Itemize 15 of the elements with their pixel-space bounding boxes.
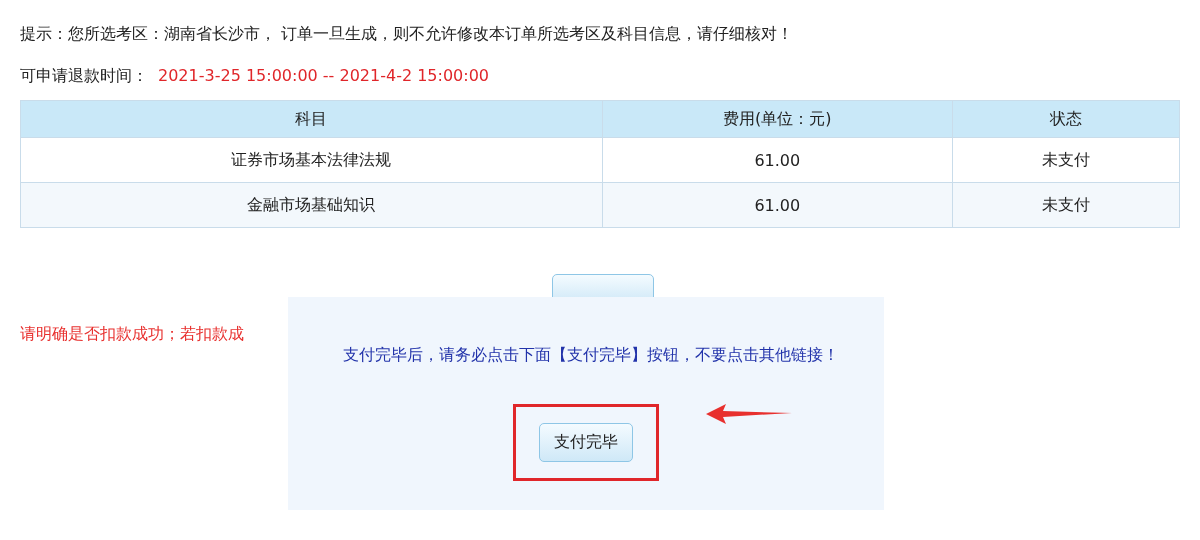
dialog-message: 支付完毕后，请务必点击下面【支付完毕】按钮，不要点击其他链接！ [343, 345, 839, 366]
refund-period: 2021-3-25 15:00:00 -- 2021-4-2 15:00:00 [158, 66, 490, 85]
warning-text: 请明确是否扣款成功；若扣款成 [20, 324, 245, 345]
column-header: 状态 [952, 100, 1180, 138]
notice-text: 提示：您所选考区：湖南省长沙市， 订单一旦生成，则不允许修改本订单所选考区及科目信息，请仔细核对！ [20, 23, 795, 45]
table-cell: 未支付 [952, 182, 1180, 228]
table-cell: 61.00 [602, 137, 953, 183]
table-cell: 证券市场基本法律法规 [20, 137, 603, 183]
refund-label: 可申请退款时间： [20, 66, 148, 85]
table-cell: 未支付 [952, 137, 1180, 183]
table-cell: 61.00 [602, 182, 953, 228]
column-header: 科目 [20, 100, 603, 138]
column-header: 费用(单位：元) [602, 100, 953, 138]
payment-done-button[interactable]: 支付完毕 [539, 423, 633, 462]
table-cell: 金融市场基础知识 [20, 182, 603, 228]
